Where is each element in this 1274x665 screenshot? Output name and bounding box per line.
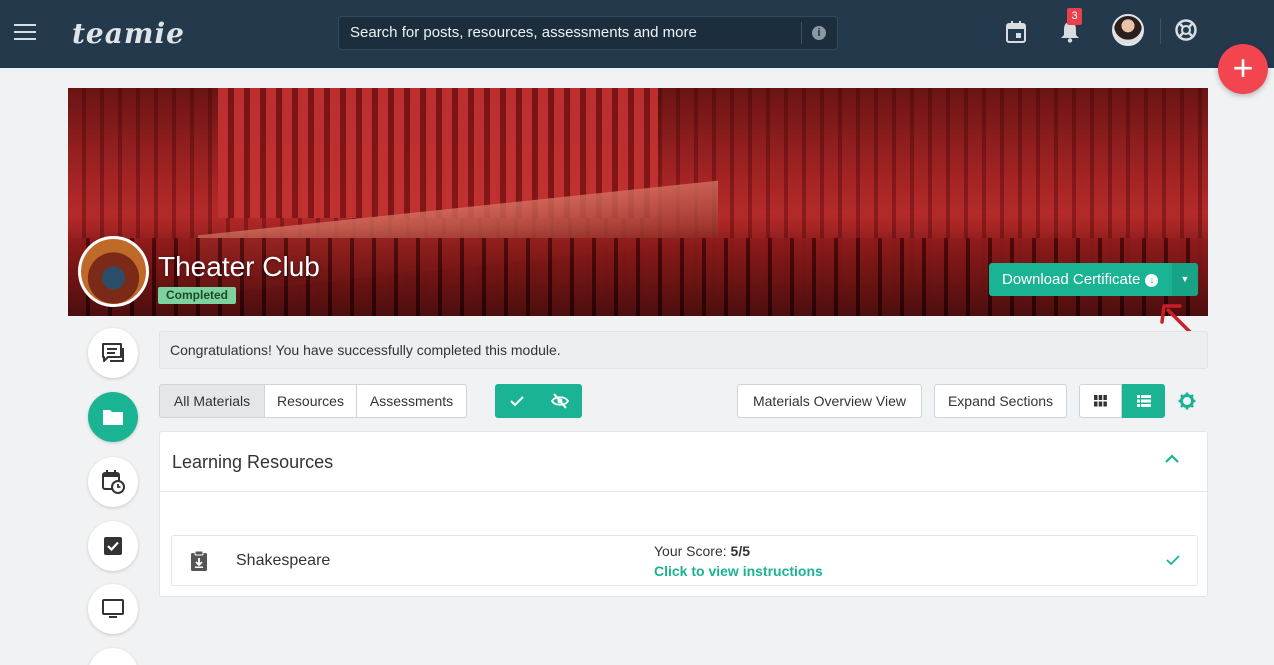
monitor-icon — [102, 599, 124, 618]
materials-overview-button[interactable]: Materials Overview View — [737, 384, 922, 418]
status-badge: Completed — [158, 287, 237, 304]
list-view-button[interactable] — [1122, 384, 1165, 418]
notification-badge: 3 — [1067, 8, 1082, 25]
search-divider — [801, 22, 802, 44]
download-certificate-button[interactable]: Download Certificate ↓ — [989, 263, 1172, 296]
check-icon — [509, 396, 524, 407]
section-title: Learning Resources — [172, 452, 334, 472]
view-instructions-link[interactable]: Click to view instructions — [654, 563, 823, 579]
info-icon[interactable]: i — [812, 26, 826, 40]
rail-discussion-button[interactable] — [88, 328, 138, 378]
app-logo[interactable]: teamie — [72, 14, 184, 54]
list-item[interactable]: Shakespeare Your Score: 5/5 Click to vie… — [171, 535, 1198, 586]
rail-tasks-button[interactable] — [88, 521, 138, 571]
chat-icon — [102, 343, 124, 362]
expand-sections-button[interactable]: Expand Sections — [934, 384, 1067, 418]
visibility-toggle-group — [495, 384, 582, 418]
learning-resources-section: Learning Resources Shakespeare Your Scor… — [159, 431, 1208, 597]
item-title: Shakespeare — [236, 552, 331, 569]
create-fab-button[interactable]: + — [1218, 44, 1268, 94]
folder-icon — [103, 410, 123, 425]
top-divider — [1160, 18, 1161, 44]
hamburger-icon[interactable] — [14, 24, 36, 42]
rail-materials-button[interactable] — [88, 392, 138, 442]
show-completed-toggle[interactable] — [495, 384, 538, 418]
tab-all-materials[interactable]: All Materials — [159, 384, 265, 418]
rail-planner-button[interactable] — [88, 457, 138, 507]
hide-toggle[interactable] — [538, 384, 581, 418]
rail-more-button[interactable] — [88, 648, 138, 665]
gear-icon[interactable] — [1178, 392, 1196, 410]
course-avatar — [78, 236, 149, 307]
calendar-clock-icon — [102, 470, 125, 494]
clipboard-download-icon — [191, 550, 207, 571]
score-value: 5/5 — [730, 543, 750, 559]
grid-icon — [1094, 395, 1107, 407]
top-navbar: teamie Search for posts, resources, asse… — [0, 0, 1274, 68]
chevron-up-icon[interactable] — [1165, 454, 1179, 464]
user-avatar[interactable] — [1112, 14, 1144, 46]
rail-presentation-button[interactable] — [88, 584, 138, 634]
calendar-icon[interactable] — [1006, 21, 1026, 43]
tab-assessments[interactable]: Assessments — [356, 384, 467, 418]
download-dropdown-toggle[interactable]: ▼ — [1172, 263, 1198, 296]
completed-check-icon — [1166, 555, 1180, 566]
course-title: Theater Club — [158, 251, 320, 282]
download-certificate-label: Download Certificate — [1002, 271, 1141, 288]
list-icon — [1136, 395, 1151, 407]
lifebuoy-icon[interactable] — [1175, 19, 1197, 41]
checkbox-icon — [104, 537, 122, 555]
section-header[interactable]: Learning Resources — [160, 432, 1207, 492]
tab-resources[interactable]: Resources — [264, 384, 357, 418]
completion-alert: Congratulations! You have successfully c… — [159, 331, 1208, 369]
eye-slash-icon — [550, 393, 569, 409]
download-icon: ↓ — [1145, 274, 1159, 287]
search-input[interactable]: Search for posts, resources, assessments… — [338, 16, 838, 50]
score-label: Your Score: — [654, 543, 731, 559]
grid-view-button[interactable] — [1079, 384, 1122, 418]
item-score: Your Score: 5/5 — [654, 543, 750, 559]
